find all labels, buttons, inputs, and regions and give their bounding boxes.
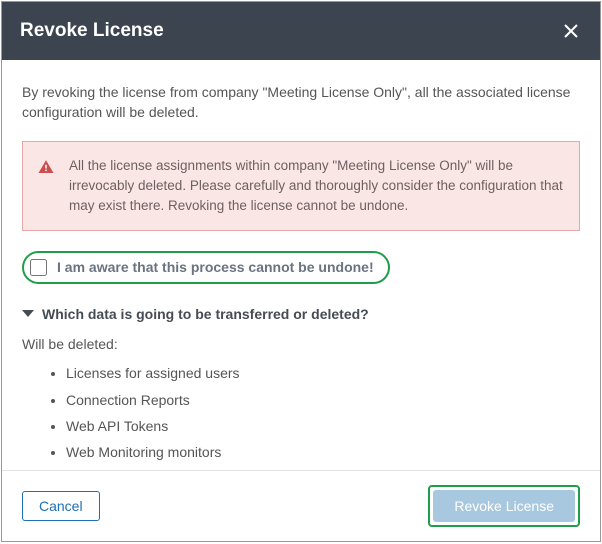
warning-alert-text: All the license assignments within compa… — [69, 158, 563, 214]
cancel-button[interactable]: Cancel — [22, 491, 100, 521]
revoke-license-button[interactable]: Revoke License — [433, 490, 575, 522]
confirm-checkbox-row[interactable]: I am aware that this process cannot be u… — [22, 251, 390, 283]
revoke-license-dialog: Revoke License By revoking the license f… — [1, 1, 601, 542]
disclosure-label: Which data is going to be transferred or… — [42, 304, 369, 324]
list-item: Licenses for assigned users — [66, 360, 580, 386]
confirm-checkbox-label[interactable]: I am aware that this process cannot be u… — [57, 257, 374, 277]
dialog-body: By revoking the license from company "Me… — [2, 60, 600, 470]
list-item: Web Monitoring monitors — [66, 439, 580, 465]
close-icon[interactable] — [560, 20, 582, 42]
list-item: Connection Reports — [66, 387, 580, 413]
chevron-down-icon — [22, 310, 34, 317]
list-item: Web API Tokens — [66, 413, 580, 439]
delete-list: Licenses for assigned users Connection R… — [22, 360, 580, 470]
disclosure-toggle[interactable]: Which data is going to be transferred or… — [22, 304, 580, 324]
warning-triangle-icon — [37, 158, 55, 176]
intro-text: By revoking the license from company "Me… — [22, 82, 580, 123]
confirm-checkbox[interactable] — [30, 259, 47, 276]
revoke-highlight: Revoke License — [428, 485, 580, 527]
dialog-footer: Cancel Revoke License — [2, 470, 600, 541]
warning-alert: All the license assignments within compa… — [22, 141, 580, 232]
dialog-title: Revoke License — [20, 20, 164, 42]
delete-heading: Will be deleted: — [22, 334, 580, 354]
dialog-titlebar: Revoke License — [2, 2, 600, 60]
